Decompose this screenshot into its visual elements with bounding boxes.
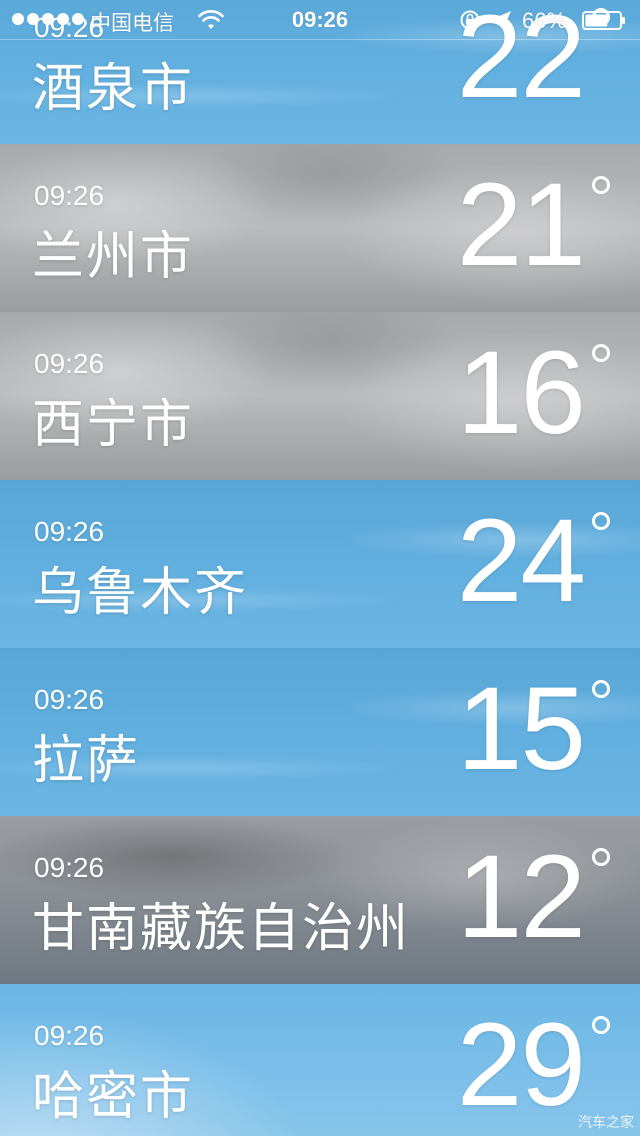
- battery-icon: [582, 11, 625, 30]
- city-name: 西宁市: [32, 395, 195, 455]
- status-bar: 中国电信 09:26 66%: [0, 0, 640, 40]
- city-row[interactable]: 09:26 甘南藏族自治州 12: [0, 816, 640, 984]
- city-name: 甘南藏族自治州: [32, 899, 411, 959]
- city-temperature: 12: [456, 831, 586, 963]
- city-temperature: 21: [456, 159, 586, 291]
- city-local-time: 09:26: [34, 516, 105, 547]
- city-local-time: 09:26: [34, 348, 105, 379]
- degree-symbol-icon: [592, 344, 610, 362]
- watermark: 汽车之家: [578, 1115, 634, 1131]
- city-local-time: 09:26: [34, 684, 105, 715]
- city-row[interactable]: 09:26 西宁市 16: [0, 312, 640, 480]
- city-name: 兰州市: [32, 227, 195, 287]
- city-name: 乌鲁木齐: [32, 563, 249, 623]
- city-local-time: 09:26: [34, 180, 105, 211]
- city-temperature: 16: [456, 327, 586, 459]
- battery-percent: 66%: [522, 8, 567, 33]
- city-row[interactable]: 09:26 乌鲁木齐 24: [0, 480, 640, 648]
- degree-symbol-icon: [592, 512, 610, 530]
- city-name: 拉萨: [32, 731, 141, 791]
- city-local-time: 09:26: [34, 1020, 105, 1051]
- city-temperature: 24: [456, 495, 586, 627]
- degree-symbol-icon: [592, 1016, 610, 1034]
- city-local-time: 09:26: [34, 852, 105, 883]
- city-row[interactable]: 09:26 拉萨 15: [0, 648, 640, 816]
- city-list: 09:26 酒泉市 22 09:26 兰州市 21 09:26 西宁市 16 09:26 乌鲁木齐 2…: [0, 0, 640, 1136]
- city-temperature: 15: [456, 663, 586, 795]
- degree-symbol-icon: [592, 848, 610, 866]
- degree-symbol-icon: [592, 176, 610, 194]
- location-arrow-icon: [495, 11, 511, 27]
- city-temperature: 29: [456, 999, 586, 1131]
- city-name: 酒泉市: [32, 59, 195, 119]
- weather-city-list-screen: 中国电信 09:26 66% 09:26 酒泉市 22 09:26 兰州市 21 09:26…: [0, 0, 640, 1136]
- city-name: 哈密市: [32, 1067, 195, 1127]
- city-row[interactable]: 09:26 兰州市 21: [0, 144, 640, 312]
- degree-symbol-icon: [592, 680, 610, 698]
- rotation-lock-icon: [460, 10, 480, 30]
- city-row[interactable]: 09:26 哈密市 29: [0, 984, 640, 1136]
